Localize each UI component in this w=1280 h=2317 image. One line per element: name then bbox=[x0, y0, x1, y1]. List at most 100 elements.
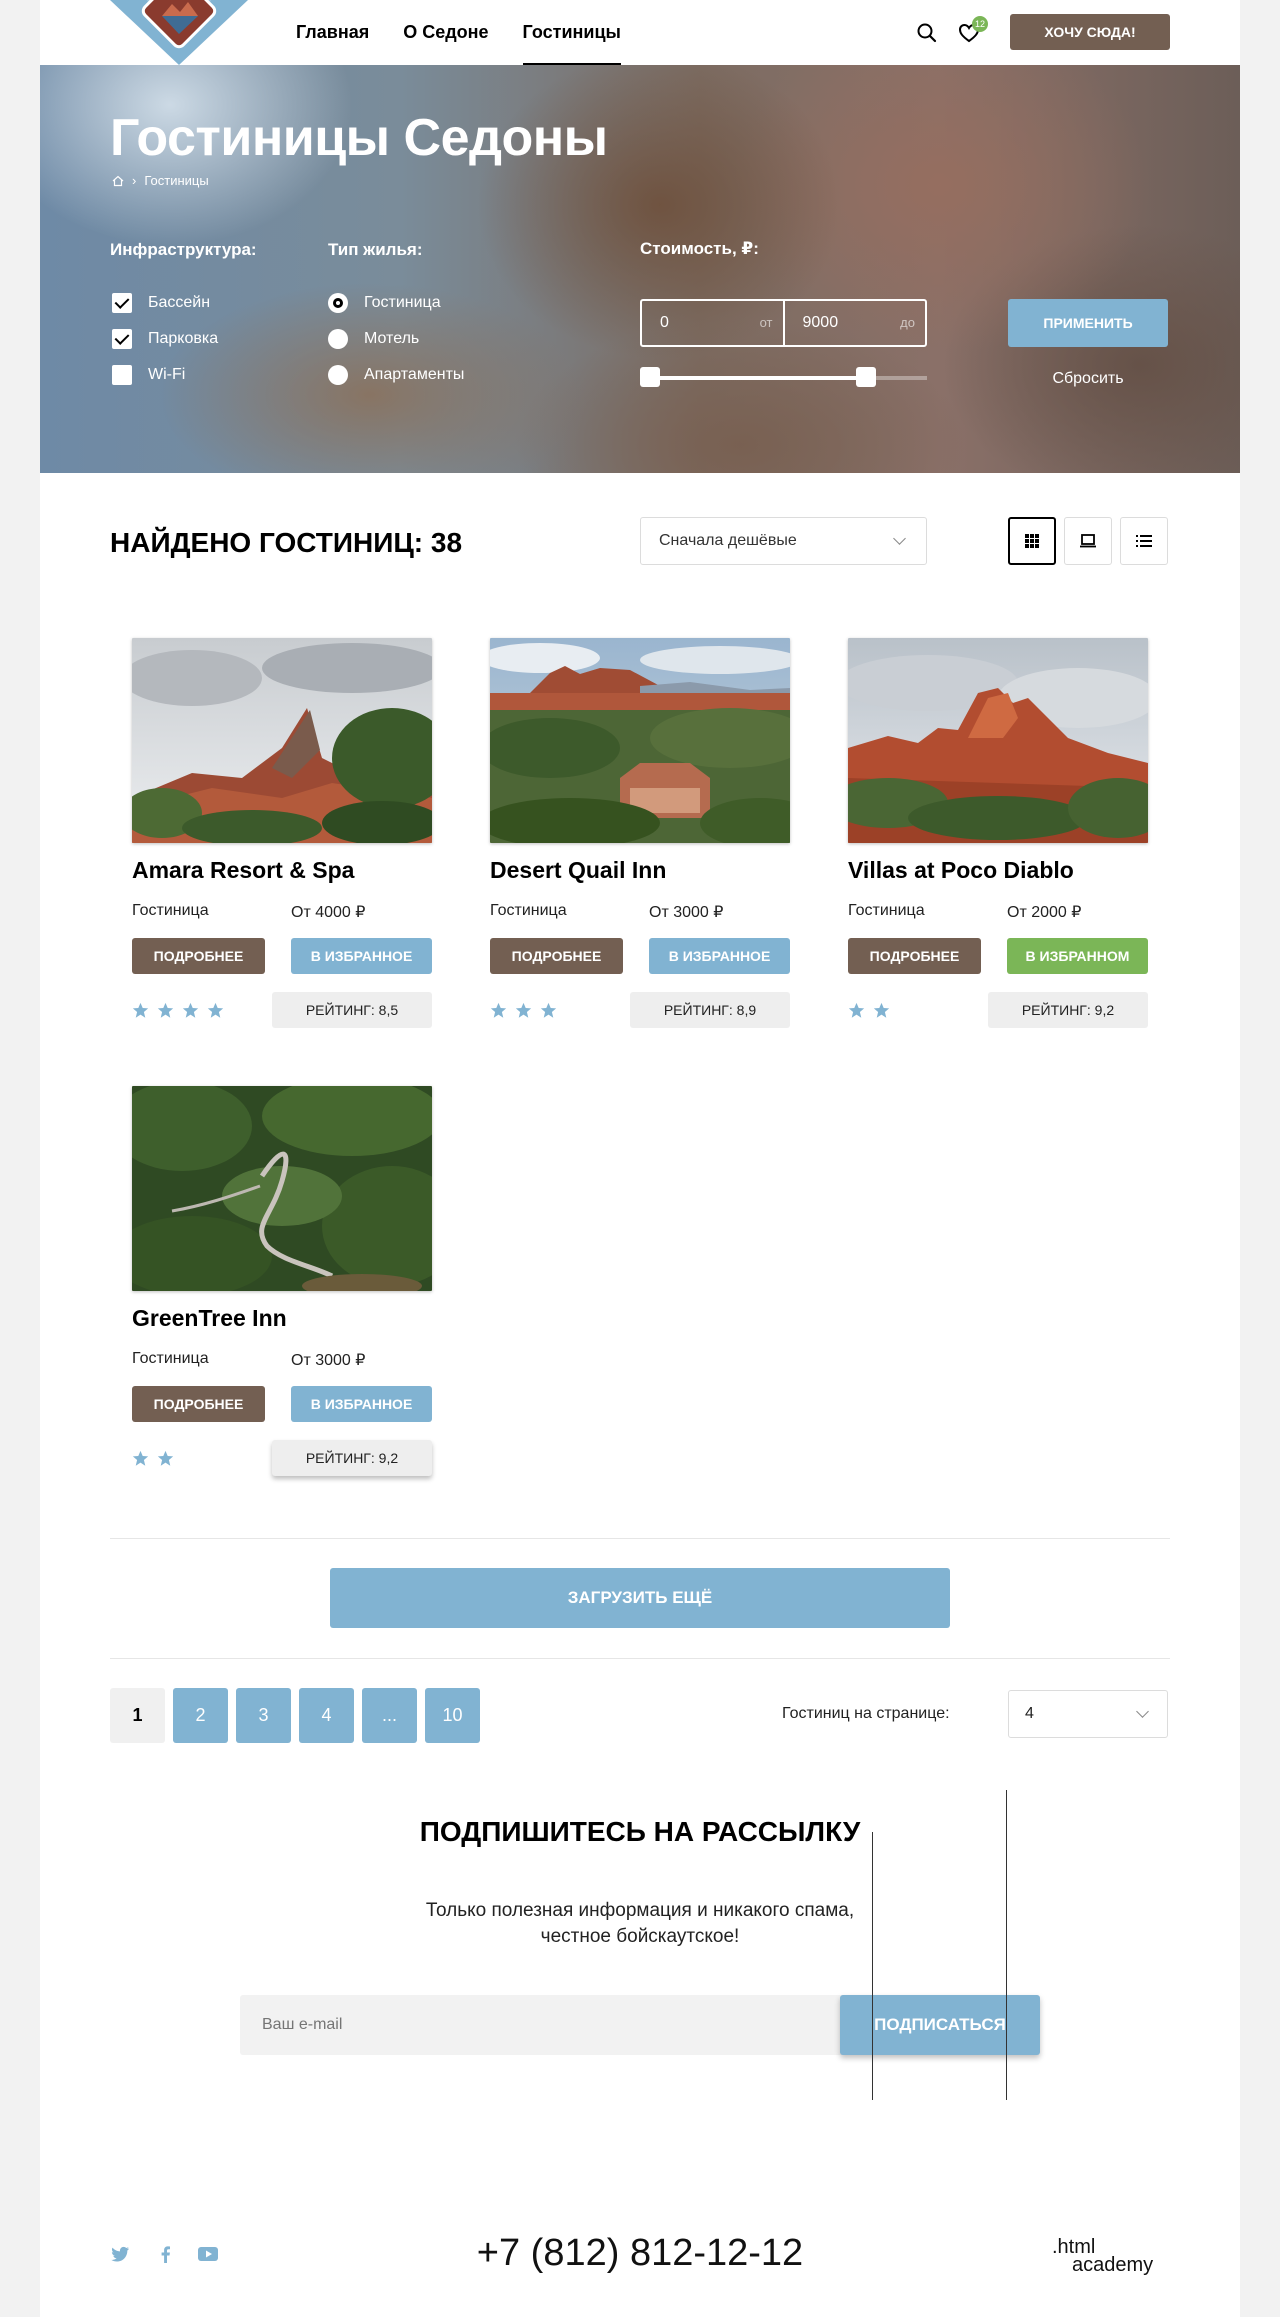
hotel-name[interactable]: Desert Quail Inn bbox=[490, 857, 790, 884]
pagination: 1 2 3 4 ... 10 bbox=[110, 1688, 480, 1743]
hotel-name[interactable]: GreenTree Inn bbox=[132, 1305, 432, 1332]
hotel-card: Desert Quail Inn Гостиница От 3000 ₽ Под… bbox=[490, 638, 790, 1028]
price-min-input[interactable]: 0 от bbox=[642, 301, 783, 345]
subscribe-button[interactable]: Подписаться bbox=[840, 1995, 1040, 2055]
checkbox-wifi[interactable]: Wi-Fi bbox=[112, 365, 185, 385]
view-grid-button[interactable] bbox=[1008, 517, 1056, 565]
star-icon bbox=[540, 1002, 557, 1018]
hotel-name[interactable]: Amara Resort & Spa bbox=[132, 857, 432, 884]
radio-apartments-dot[interactable] bbox=[328, 365, 348, 385]
guide-line bbox=[872, 1832, 873, 2100]
hotel-price: От 4000 ₽ bbox=[291, 904, 366, 921]
hotel-stars bbox=[132, 1002, 224, 1019]
email-field[interactable] bbox=[240, 1995, 850, 2055]
checkbox-parking-label: Парковка bbox=[148, 330, 219, 347]
html-academy-logo[interactable]: .html academy bbox=[1050, 2237, 1170, 2278]
star-icon bbox=[157, 1450, 174, 1466]
hotel-card: Villas at Poco Diablo Гостиница От 2000 … bbox=[848, 638, 1148, 1028]
hotel-photo[interactable] bbox=[848, 638, 1148, 843]
load-more-button[interactable]: Загрузить ещё bbox=[330, 1568, 950, 1628]
hotel-stars bbox=[848, 1002, 890, 1019]
star-icon bbox=[515, 1002, 532, 1018]
add-favorite-button[interactable]: В избранное bbox=[291, 1386, 432, 1422]
hotel-price: От 3000 ₽ bbox=[649, 904, 724, 921]
in-favorites-button[interactable]: В избранном bbox=[1007, 938, 1148, 974]
price-max-value: 9000 bbox=[802, 314, 839, 331]
view-list-button[interactable] bbox=[1120, 517, 1168, 565]
favorites-count-badge: 12 bbox=[972, 16, 988, 32]
checkbox-parking-box[interactable] bbox=[112, 329, 132, 349]
divider bbox=[110, 1538, 1170, 1539]
checkbox-pool[interactable]: Бассейн bbox=[112, 293, 210, 313]
hotel-name[interactable]: Villas at Poco Diablo bbox=[848, 857, 1148, 884]
radio-hotel-dot[interactable] bbox=[328, 293, 348, 313]
price-max-input[interactable]: 9000 до bbox=[782, 301, 926, 345]
price-slider-max-handle[interactable] bbox=[856, 367, 876, 387]
page-2[interactable]: 2 bbox=[173, 1688, 228, 1743]
more-button[interactable]: Подробнее bbox=[848, 938, 981, 974]
hotel-type: Гостиница bbox=[848, 902, 925, 919]
checkbox-pool-label: Бассейн bbox=[148, 294, 211, 311]
hotel-card: GreenTree Inn Гостиница От 3000 ₽ Подроб… bbox=[132, 1086, 432, 1476]
more-button[interactable]: Подробнее bbox=[490, 938, 623, 974]
radio-hotel[interactable]: Гостиница bbox=[328, 293, 441, 313]
hotel-type: Гостиница bbox=[132, 1350, 209, 1367]
apply-filter-button[interactable]: Применить bbox=[1008, 299, 1168, 347]
search-icon[interactable] bbox=[916, 22, 938, 44]
more-button[interactable]: Подробнее bbox=[132, 938, 265, 974]
hotel-photo[interactable] bbox=[490, 638, 790, 843]
star-icon bbox=[207, 1002, 224, 1018]
sort-select[interactable]: Сначала дешёвые bbox=[640, 517, 927, 565]
subscribe-text: Только полезная информация и никакого сп… bbox=[425, 1900, 855, 1947]
hotel-price: От 3000 ₽ bbox=[291, 1352, 366, 1369]
nav-hotels[interactable]: Гостиницы bbox=[522, 0, 622, 65]
per-page-select[interactable]: 4 bbox=[1008, 1690, 1168, 1738]
hotel-rating: Рейтинг: 8,5 bbox=[272, 992, 432, 1028]
checkbox-wifi-box[interactable] bbox=[112, 365, 132, 385]
breadcrumb-current: Гостиницы bbox=[144, 173, 209, 188]
checkbox-pool-box[interactable] bbox=[112, 293, 132, 313]
page-10[interactable]: 10 bbox=[425, 1688, 480, 1743]
reset-filter-button[interactable]: Сбросить bbox=[1008, 364, 1168, 394]
price-label: Стоимость, ₽: bbox=[640, 239, 759, 258]
sedona-logo[interactable] bbox=[110, 0, 248, 65]
radio-apartments[interactable]: Апартаменты bbox=[328, 365, 464, 385]
page-1[interactable]: 1 bbox=[110, 1688, 165, 1743]
price-slider-min-handle[interactable] bbox=[640, 367, 660, 387]
hotel-photo[interactable] bbox=[132, 1086, 432, 1291]
grid-icon bbox=[1025, 534, 1039, 548]
radio-motel-label: Мотель bbox=[364, 330, 420, 347]
more-button[interactable]: Подробнее bbox=[132, 1386, 265, 1422]
hero-filter-section: Гостиницы Седоны › Гостиницы Инфраструкт… bbox=[40, 65, 1240, 473]
nav-home[interactable]: Главная bbox=[296, 0, 369, 65]
view-card-button[interactable] bbox=[1064, 517, 1112, 565]
radio-motel-dot[interactable] bbox=[328, 329, 348, 349]
per-page-label: Гостиниц на странице: bbox=[782, 1705, 950, 1722]
breadcrumb: › Гостиницы bbox=[112, 173, 209, 188]
infrastructure-label: Инфраструктура: bbox=[110, 240, 257, 259]
add-favorite-button[interactable]: В избранное bbox=[291, 938, 432, 974]
add-favorite-button[interactable]: В избранное bbox=[649, 938, 790, 974]
hotel-photo[interactable] bbox=[132, 638, 432, 843]
page-4[interactable]: 4 bbox=[299, 1688, 354, 1743]
per-page-value: 4 bbox=[1025, 1705, 1034, 1722]
page-title: Гостиницы Седоны bbox=[110, 109, 608, 167]
page-ellipsis[interactable]: ... bbox=[362, 1688, 417, 1743]
subscribe-title: Подпишитесь на рассылку bbox=[419, 1816, 861, 1847]
want-here-button[interactable]: Хочу сюда! bbox=[1010, 14, 1170, 50]
page-3[interactable]: 3 bbox=[236, 1688, 291, 1743]
housing-type-label: Тип жилья: bbox=[328, 240, 423, 259]
price-slider-fill bbox=[650, 376, 866, 380]
radio-motel[interactable]: Мотель bbox=[328, 329, 419, 349]
nav-about[interactable]: О Седоне bbox=[403, 0, 488, 65]
hotel-stars bbox=[132, 1450, 174, 1467]
star-icon bbox=[157, 1002, 174, 1018]
price-range-inputs: 0 от 9000 до bbox=[640, 299, 927, 347]
home-icon[interactable] bbox=[112, 175, 124, 187]
list-icon bbox=[1136, 535, 1152, 547]
star-icon bbox=[848, 1002, 865, 1018]
hotel-type: Гостиница bbox=[132, 902, 209, 919]
checkbox-parking[interactable]: Парковка bbox=[112, 329, 218, 349]
radio-hotel-label: Гостиница bbox=[364, 294, 441, 311]
guide-line bbox=[1006, 1790, 1007, 2100]
